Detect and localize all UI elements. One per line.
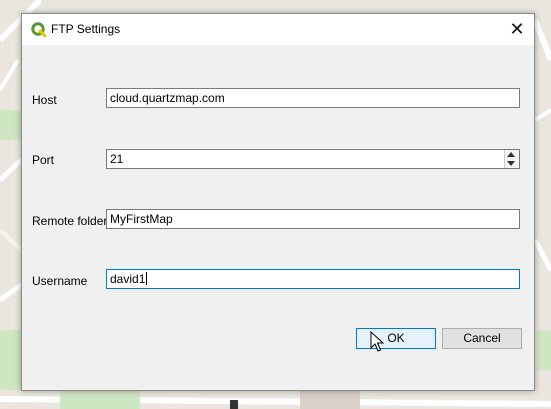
port-spin-buttons[interactable] <box>504 150 519 168</box>
text-caret <box>146 272 148 285</box>
remote-folder-value: MyFirstMap <box>110 212 173 226</box>
host-input[interactable]: cloud.quartzmap.com <box>106 88 520 108</box>
port-label: Port <box>32 153 55 167</box>
host-value: cloud.quartzmap.com <box>110 91 225 105</box>
remote-folder-input[interactable]: MyFirstMap <box>106 209 520 229</box>
port-spinbox[interactable]: 21 <box>106 149 520 169</box>
username-label: Username <box>32 274 88 288</box>
chevron-down-icon[interactable] <box>507 161 515 166</box>
port-value: 21 <box>110 152 124 166</box>
cancel-button[interactable]: Cancel <box>442 328 522 349</box>
ftp-settings-dialog: FTP Settings ✕ Host cloud.quartzmap.com … <box>21 13 535 391</box>
qgis-icon <box>31 22 47 38</box>
dialog-title: FTP Settings <box>51 22 121 36</box>
remote-folder-label: Remote folder <box>32 214 108 228</box>
mouse-pointer-icon <box>370 331 384 352</box>
chevron-up-icon[interactable] <box>507 152 515 157</box>
username-input[interactable]: david1 <box>106 269 520 289</box>
username-value: david1 <box>110 272 146 286</box>
close-button[interactable]: ✕ <box>500 14 534 45</box>
host-label: Host <box>32 93 57 107</box>
close-icon: ✕ <box>509 19 525 39</box>
ok-button[interactable]: OK <box>356 328 436 349</box>
title-bar: FTP Settings ✕ <box>22 14 534 45</box>
